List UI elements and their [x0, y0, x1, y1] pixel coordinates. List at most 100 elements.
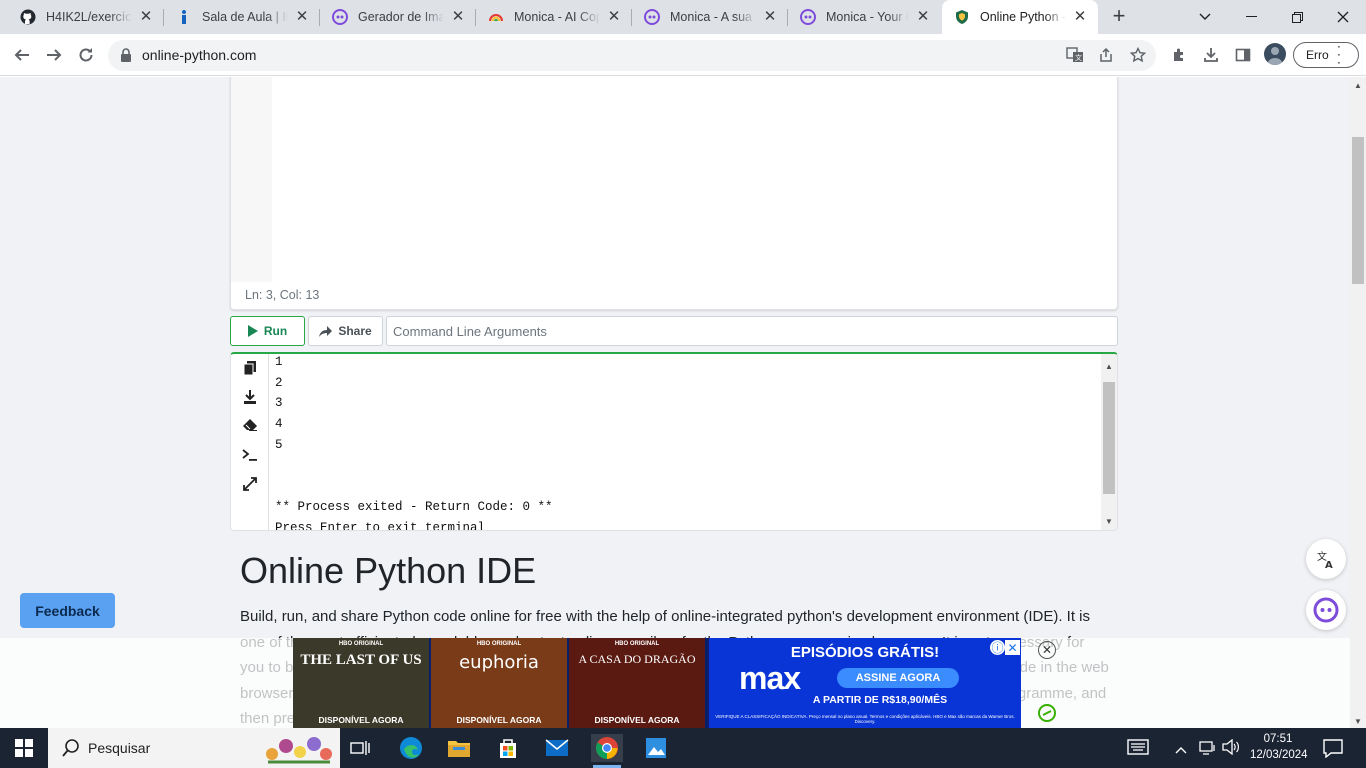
download-output-icon[interactable]: [242, 389, 258, 405]
bookmark-star-icon[interactable]: [1129, 46, 1147, 68]
share-label: Share: [338, 324, 372, 338]
run-button[interactable]: Run: [230, 316, 305, 346]
poster-title: A CASA DO DRAGÃO: [578, 652, 696, 666]
ad-dismiss-icon[interactable]: ✕: [1038, 641, 1056, 659]
page-scrollbar[interactable]: ▲ ▼: [1350, 77, 1366, 728]
terminal-sidebar: [231, 354, 269, 530]
close-tab-icon[interactable]: ✕: [606, 9, 622, 25]
keyboard-icon[interactable]: [1127, 739, 1149, 760]
profile-error-button[interactable]: Erro · · ·: [1293, 42, 1359, 68]
close-tab-icon[interactable]: ✕: [450, 9, 466, 25]
ad-poster[interactable]: HBO ORIGINAL A CASA DO DRAGÃO DISPONÍVEL…: [569, 638, 705, 728]
address-bar[interactable]: online-python.com 文: [108, 40, 1156, 71]
microsoft-store-icon[interactable]: [494, 734, 522, 762]
tab-gerador[interactable]: Gerador de Imag ✕: [320, 0, 476, 34]
taskbar-search-input[interactable]: Pesquisar: [48, 728, 340, 768]
forward-arrow-icon[interactable]: [42, 43, 66, 67]
mail-icon[interactable]: [543, 734, 571, 762]
minimize-button[interactable]: [1228, 0, 1274, 34]
show-hidden-icons-chevron-icon[interactable]: [1175, 741, 1187, 759]
reload-icon[interactable]: [74, 43, 98, 67]
svg-text:文: 文: [1075, 53, 1082, 62]
side-panel-icon[interactable]: [1231, 43, 1255, 67]
share-page-icon[interactable]: [1098, 47, 1114, 68]
tab-monica-your[interactable]: Monica - Your C ✕: [788, 0, 941, 34]
tab-online-python[interactable]: Online Python - ✕: [942, 0, 1098, 34]
translate-float-icon[interactable]: 文A: [1306, 539, 1346, 579]
tab-strip: H4IK2L/exercício ✕ Sala de Aula | Ibe ✕ …: [0, 0, 1366, 34]
monica-assistant-icon[interactable]: [1306, 590, 1346, 630]
ad-close-x-icon[interactable]: ✕: [1005, 640, 1020, 655]
tab-github[interactable]: H4IK2L/exercício ✕: [8, 0, 164, 34]
restore-button[interactable]: [1274, 0, 1320, 34]
close-tab-icon[interactable]: ✕: [294, 9, 310, 25]
terminal-output[interactable]: 1 2 3 4 5 ** Process exited - Return Code: 0…: [230, 352, 1118, 531]
output-line: ** Process exited - Return Code: 0 **: [275, 499, 553, 514]
file-explorer-icon[interactable]: [445, 734, 473, 762]
close-tab-icon[interactable]: ✕: [762, 9, 778, 25]
photos-icon[interactable]: [642, 734, 670, 762]
edge-browser-icon[interactable]: [397, 734, 425, 762]
volume-icon[interactable]: [1222, 738, 1240, 760]
download-icon[interactable]: [1199, 43, 1223, 67]
tab-sala-de-aula[interactable]: Sala de Aula | Ibe ✕: [164, 0, 320, 34]
copy-icon[interactable]: [242, 360, 258, 376]
share-button[interactable]: Share: [308, 316, 383, 346]
close-tab-icon[interactable]: ✕: [138, 9, 154, 25]
close-tab-icon[interactable]: ✕: [915, 9, 931, 25]
terminal-scrollbar[interactable]: ▲ ▼: [1101, 354, 1117, 530]
tab-search-chevron-icon[interactable]: [1182, 0, 1228, 34]
hbo-logo: HBO ORIGINAL: [476, 641, 522, 647]
system-clock[interactable]: 07:51 12/03/2024: [1250, 731, 1308, 763]
ad-cta-button[interactable]: ASSINE AGORA: [837, 668, 959, 688]
rainbow-icon: [488, 9, 504, 25]
browser-toolbar: online-python.com 文 Erro · · ·: [0, 34, 1366, 76]
shield-icon: [954, 9, 970, 25]
translate-icon[interactable]: 文: [1066, 47, 1084, 68]
editor-gutter: [231, 77, 272, 282]
poster-caption: DISPONÍVEL AGORA: [594, 715, 680, 725]
close-window-button[interactable]: [1320, 0, 1366, 34]
max-promo[interactable]: EPISÓDIOS GRÁTIS! max ASSINE AGORA A PAR…: [709, 638, 1021, 728]
close-tab-icon[interactable]: ✕: [1072, 9, 1088, 25]
notifications-icon[interactable]: [1323, 738, 1343, 763]
output-line: 2: [275, 375, 283, 390]
scroll-down-arrow-icon[interactable]: ▼: [1354, 717, 1362, 726]
run-label: Run: [263, 324, 288, 338]
command-line-arguments-input[interactable]: Command Line Arguments: [386, 316, 1118, 346]
ad-info-icon[interactable]: ⓘ: [990, 640, 1005, 655]
page-scroll-thumb[interactable]: [1352, 137, 1364, 284]
ad-poster[interactable]: HBO ORIGINAL euphoria DISPONÍVEL AGORA: [431, 638, 567, 728]
advertisement-banner[interactable]: HBO ORIGINAL THE LAST OF US DISPONÍVEL A…: [293, 638, 1021, 728]
terminal-scroll-thumb[interactable]: [1103, 382, 1115, 494]
tab-monica-ai[interactable]: Monica - AI Cop ✕: [476, 0, 632, 34]
lock-icon[interactable]: [120, 48, 132, 67]
tab-title: H4IK2L/exercício: [46, 10, 132, 24]
terminal-prompt-icon[interactable]: [242, 447, 258, 463]
github-icon: [20, 9, 36, 25]
scroll-up-arrow-icon[interactable]: ▲: [1354, 81, 1362, 90]
tab-monica-a-sua[interactable]: Monica - A sua a ✕: [632, 0, 788, 34]
feedback-button[interactable]: Feedback: [20, 593, 115, 628]
task-view-icon[interactable]: [346, 734, 374, 762]
poster-title: THE LAST OF US: [300, 652, 422, 668]
profile-avatar[interactable]: [1264, 43, 1286, 65]
cursor-position-status: Ln: 3, Col: 13: [245, 288, 320, 302]
scroll-up-arrow-icon[interactable]: ▲: [1105, 362, 1113, 371]
chrome-icon[interactable]: [591, 734, 623, 762]
terminal-text: 1 2 3 4 5 ** Process exited - Return Code: 0…: [275, 354, 553, 530]
expand-icon[interactable]: [242, 476, 258, 492]
ad-poster[interactable]: HBO ORIGINAL THE LAST OF US DISPONÍVEL A…: [293, 638, 429, 728]
code-editor[interactable]: Ln: 3, Col: 13: [230, 77, 1118, 310]
scroll-down-arrow-icon[interactable]: ▼: [1105, 517, 1113, 526]
output-line: 5: [275, 437, 283, 452]
back-arrow-icon[interactable]: [10, 43, 34, 67]
windows-start-icon[interactable]: [10, 734, 38, 762]
extensions-puzzle-icon[interactable]: [1167, 43, 1191, 67]
flowers-decoration-icon: [260, 732, 336, 768]
eraser-icon[interactable]: [242, 417, 258, 433]
network-icon[interactable]: [1199, 739, 1217, 760]
new-tab-button[interactable]: +: [1108, 5, 1130, 28]
